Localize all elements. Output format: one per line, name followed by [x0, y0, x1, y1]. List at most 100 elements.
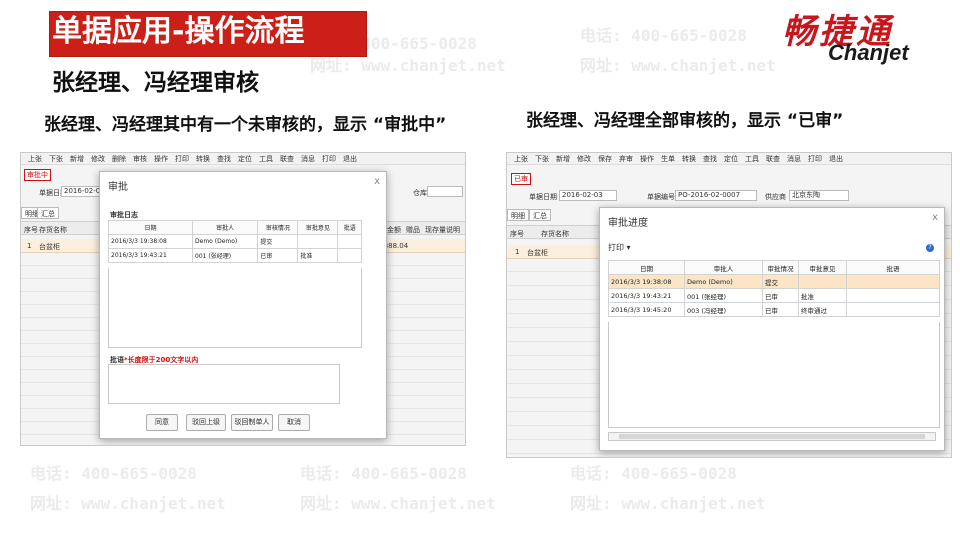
menu-item[interactable]: 上张 [28, 153, 42, 165]
approval-log-label: 审批日志 [110, 211, 138, 219]
close-icon[interactable]: x [374, 176, 380, 187]
col-index: 序号 [510, 230, 524, 238]
reject-to-creator-button[interactable]: 驳回制单人 [231, 414, 273, 431]
code-field[interactable]: PO-2016-02-0007 [675, 190, 757, 201]
col-name: 存货名称 [39, 226, 67, 234]
col-date: 日期 [608, 260, 685, 275]
menu-item[interactable]: 打印 [175, 153, 189, 165]
table-row[interactable]: 2016/3/3 19:43:21 001 (张经理) 已审 批准 [608, 288, 940, 303]
cell-date: 2016/3/3 19:38:08 [608, 274, 685, 289]
menu-item[interactable]: 退出 [343, 153, 357, 165]
row-name: 台盆柜 [527, 249, 548, 257]
help-icon[interactable]: ? [926, 244, 934, 252]
menu-item[interactable]: 联查 [280, 153, 294, 165]
cell-approver: Demo (Demo) [684, 274, 763, 289]
menu-item[interactable]: 消息 [301, 153, 315, 165]
tab-summary[interactable]: 汇总 [529, 209, 551, 221]
menu-item[interactable]: 查找 [217, 153, 231, 165]
table-row[interactable]: 2016/3/3 19:43:21 001 (张经理) 已审 批准 [107, 248, 362, 263]
menu-item[interactable]: 操作 [640, 153, 654, 165]
cell-approver: 001 (张经理) [684, 288, 763, 303]
cell-date: 2016/3/3 19:43:21 [608, 288, 685, 303]
page-title: 单据应用-操作流程 [52, 14, 305, 49]
menu-item[interactable]: 查找 [703, 153, 717, 165]
menu-item[interactable]: 转换 [196, 153, 210, 165]
cell-opinion: 批准 [297, 248, 339, 263]
cell-comment [846, 288, 940, 303]
menu-bar: 上张 下张 新增 修改 保存 弃审 操作 生单 转换 查找 定位 工具 联查 消息 打印 退出 [507, 153, 951, 165]
warehouse-field[interactable] [427, 186, 463, 197]
cell-status: 提交 [257, 234, 299, 249]
comment-label-text: 批语 [110, 356, 124, 364]
cell-comment [337, 234, 362, 249]
status-badge: 审批中 [24, 169, 51, 181]
cell-comment [337, 248, 362, 263]
menu-item[interactable]: 审核 [133, 153, 147, 165]
cell-comment [846, 274, 940, 289]
menu-item[interactable]: 下张 [49, 153, 63, 165]
table-row[interactable]: 2016/3/3 19:45:20 003 (冯经理) 已审 终审通过 [608, 302, 940, 317]
menu-item[interactable]: 保存 [598, 153, 612, 165]
dialog-toolbar: 打印 ▾ [608, 240, 936, 256]
reject-to-previous-button[interactable]: 驳回上级 [186, 414, 226, 431]
date-field[interactable]: 2016-02-03 [559, 190, 617, 201]
print-button[interactable]: 打印 [608, 243, 624, 252]
horizontal-scrollbar[interactable] [608, 432, 936, 441]
table-row[interactable]: 2016/3/3 19:38:08 Demo (Demo) 提交 [608, 274, 940, 289]
menu-item[interactable]: 弃审 [619, 153, 633, 165]
menu-item[interactable]: 联查 [766, 153, 780, 165]
watermark-phone: 电话: 400-665-0028 [300, 464, 467, 483]
table-empty-area [608, 322, 940, 428]
cell-status: 已审 [257, 248, 299, 263]
menu-item[interactable]: 工具 [745, 153, 759, 165]
menu-item[interactable]: 退出 [829, 153, 843, 165]
menu-item[interactable]: 修改 [577, 153, 591, 165]
menu-item[interactable]: 消息 [787, 153, 801, 165]
menu-item[interactable]: 上张 [514, 153, 528, 165]
table-row[interactable]: 2016/3/3 19:38:08 Demo (Demo) 提交 [107, 234, 362, 249]
col-status: 审核情况 [257, 220, 299, 235]
close-icon[interactable]: x [932, 212, 938, 223]
comment-input[interactable] [108, 364, 340, 404]
menu-item[interactable]: 操作 [154, 153, 168, 165]
menu-item[interactable]: 删除 [112, 153, 126, 165]
supplier-field[interactable]: 北京东陶 [789, 190, 849, 201]
chevron-down-icon[interactable]: ▾ [624, 243, 631, 252]
menu-item[interactable]: 定位 [724, 153, 738, 165]
menu-item[interactable]: 打印 [322, 153, 336, 165]
dialog-title: 审批进度 [608, 218, 648, 229]
col-gift: 赠品 [406, 226, 420, 234]
menu-item[interactable]: 修改 [91, 153, 105, 165]
watermark-phone: 电话: 400-665-0028 [30, 464, 197, 483]
tab-detail[interactable]: 明细 [507, 209, 529, 221]
menu-item[interactable]: 生单 [661, 153, 675, 165]
approval-log-table: 日期 审批人 审核情况 审批意见 批语 2016/3/3 19:38:08 De… [107, 220, 362, 263]
cancel-button[interactable]: 取消 [278, 414, 310, 431]
col-status: 审批情况 [762, 260, 799, 275]
code-label: 单据编号 [647, 193, 675, 201]
menu-item[interactable]: 打印 [808, 153, 822, 165]
menu-item[interactable]: 新增 [70, 153, 84, 165]
menu-item[interactable]: 新增 [556, 153, 570, 165]
menu-item[interactable]: 下张 [535, 153, 549, 165]
col-approver: 审批人 [192, 220, 259, 235]
comment-hint: 长度限于200文字以内 [127, 356, 199, 364]
col-stock-note: 现存量说明 [425, 226, 460, 234]
cell-status: 已审 [762, 288, 799, 303]
cell-date: 2016/3/3 19:43:21 [107, 248, 194, 263]
cell-opinion [798, 274, 847, 289]
menu-item[interactable]: 定位 [238, 153, 252, 165]
scrollbar-thumb[interactable] [619, 434, 925, 439]
cell-status: 提交 [762, 274, 799, 289]
tab-summary[interactable]: 汇总 [37, 207, 59, 219]
watermark-site: 网址: www.chanjet.net [580, 56, 776, 75]
col-approver: 审批人 [684, 260, 763, 275]
page-subtitle: 张经理、冯经理审核 [52, 70, 259, 96]
watermark-site: 网址: www.chanjet.net [30, 494, 226, 513]
brand-logo-en: Chanjet [828, 40, 909, 65]
approve-button[interactable]: 同意 [146, 414, 178, 431]
menu-item[interactable]: 工具 [259, 153, 273, 165]
menu-item[interactable]: 转换 [682, 153, 696, 165]
col-opinion: 审批意见 [297, 220, 339, 235]
col-comment: 批语 [337, 220, 362, 235]
